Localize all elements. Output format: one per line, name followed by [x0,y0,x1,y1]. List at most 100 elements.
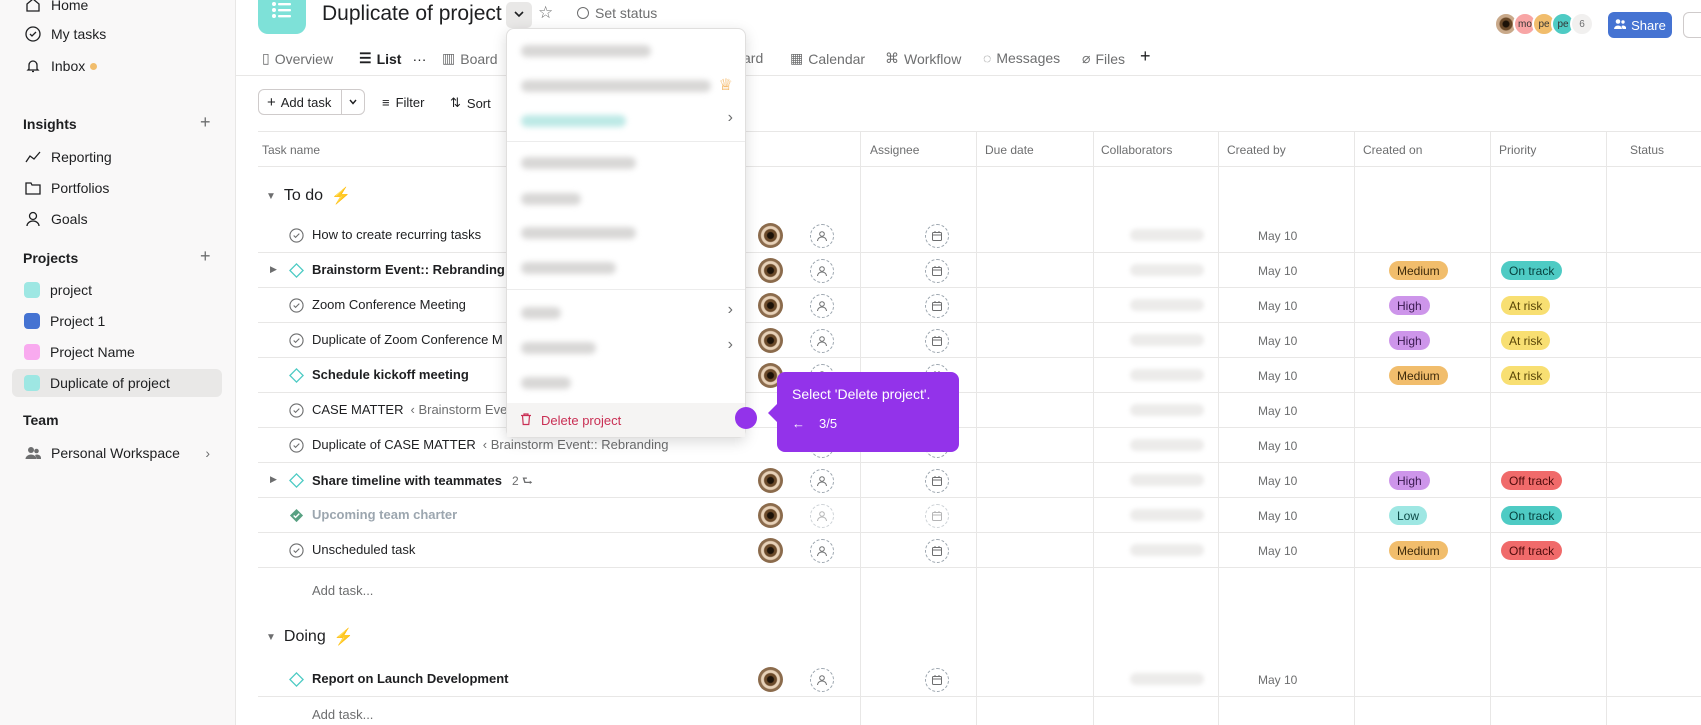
project-icon[interactable] [258,0,306,34]
column-header[interactable]: Collaborators [1101,143,1172,157]
menu-item-blurred[interactable] [521,45,651,57]
collaborator-avatar[interactable] [758,667,783,692]
priority-badge[interactable]: Low [1389,506,1428,525]
table-row[interactable]: Duplicate of Zoom Conference M May 10 High… [258,323,1701,358]
assignee-icon[interactable] [810,539,834,563]
priority-badge[interactable]: Medium [1389,541,1448,560]
complete-task-checkbox[interactable] [288,367,304,383]
sidebar-item-inbox[interactable]: Inbox [12,52,222,80]
table-row[interactable]: CASE MATTER ‹ Brainstorm Eve May 10 [258,393,1701,428]
complete-task-checkbox[interactable] [288,472,304,488]
add-task-dropdown[interactable] [342,97,364,107]
complete-task-checkbox[interactable] [288,542,304,558]
project-actions-dropdown[interactable] [506,2,532,28]
status-badge[interactable]: Off track [1501,471,1563,490]
menu-item-blurred[interactable] [521,157,636,169]
collaborator-avatar[interactable] [758,258,783,283]
status-badge[interactable]: At risk [1501,296,1551,315]
sidebar-item-personal-workspace[interactable]: Personal Workspace › [12,439,222,467]
add-task-inline[interactable]: Add task... [312,707,373,722]
priority-badge[interactable]: High [1389,471,1430,490]
menu-item-blurred[interactable] [521,115,626,127]
assignee-icon[interactable] [810,329,834,353]
table-row[interactable]: Schedule kickoff meeting May 10 Medium At r… [258,358,1701,393]
task-name[interactable]: Unscheduled task [312,542,415,557]
tour-hotspot[interactable] [735,407,757,429]
tab-messages[interactable]: ◌ Messages [983,50,1060,66]
due-date-icon[interactable] [925,224,949,248]
complete-task-checkbox[interactable] [288,671,304,687]
column-header[interactable]: Status [1630,143,1664,157]
menu-item-blurred[interactable] [521,262,616,274]
subtask-count[interactable]: 2 ⮑ [512,474,533,488]
column-header[interactable]: Assignee [870,143,919,157]
tab-list[interactable]: ☰ List ··· [359,50,426,67]
due-date-icon[interactable] [925,329,949,353]
add-tab-button[interactable]: + [1140,46,1151,67]
parent-task-link[interactable]: ‹ Brainstorm Eve [411,402,508,417]
sidebar-item-project-1[interactable]: Project 1 [12,307,222,335]
add-insight-button[interactable]: + [200,112,211,133]
arrow-left-icon[interactable]: ← [792,416,805,431]
collaborator-avatar[interactable] [758,328,783,353]
set-status-button[interactable]: Set status [577,5,657,21]
more-icon[interactable]: ··· [412,51,426,67]
column-header[interactable]: Due date [985,143,1034,157]
sidebar-item-duplicate-of-project[interactable]: Duplicate of project [12,369,222,397]
complete-task-checkbox[interactable] [288,297,304,313]
status-badge[interactable]: On track [1501,506,1563,525]
due-date-icon[interactable] [925,504,949,528]
status-badge[interactable]: At risk [1501,366,1551,385]
task-name[interactable]: Schedule kickoff meeting [312,367,469,382]
expand-triangle-icon[interactable]: ▶ [270,264,277,275]
table-row[interactable]: Upcoming team charter May 10 Low On track [258,498,1701,533]
sidebar-item-goals[interactable]: Goals [12,205,222,233]
due-date-icon[interactable] [925,259,949,283]
status-badge[interactable]: On track [1501,261,1563,280]
collaborator-avatar[interactable] [758,223,783,248]
collaborator-avatar[interactable] [758,503,783,528]
table-row[interactable]: How to create recurring tasks May 10 [258,218,1701,253]
collaborator-avatar[interactable] [758,293,783,318]
tab-dashboard[interactable]: ard [743,50,763,66]
collaborator-avatar[interactable] [758,468,783,493]
due-date-icon[interactable] [925,294,949,318]
complete-task-checkbox[interactable] [288,507,304,523]
expand-triangle-icon[interactable]: ▶ [270,474,277,485]
due-date-icon[interactable] [925,539,949,563]
column-header[interactable]: Priority [1499,143,1536,157]
sort-button[interactable]: ⇅ Sort [450,95,491,111]
priority-badge[interactable]: High [1389,331,1430,350]
complete-task-checkbox[interactable] [288,437,304,453]
table-row[interactable]: Duplicate of CASE MATTER ‹ Brainstorm Eve… [258,428,1701,463]
due-date-icon[interactable] [925,668,949,692]
priority-badge[interactable]: High [1389,296,1430,315]
share-button[interactable]: Share [1608,12,1672,38]
tab-files[interactable]: ⌀ Files [1082,50,1125,67]
menu-item-blurred[interactable] [521,193,581,205]
assignee-icon[interactable] [810,668,834,692]
task-name[interactable]: Brainstorm Event:: Rebranding [312,262,505,277]
assignee-icon[interactable] [810,224,834,248]
table-row[interactable]: ▶ Brainstorm Event:: Rebranding May 10 Medi… [258,253,1701,288]
menu-item-blurred[interactable] [521,227,636,239]
task-name[interactable]: Zoom Conference Meeting [312,297,466,312]
assignee-icon[interactable] [810,469,834,493]
tab-workflow[interactable]: ⌘ Workflow [885,50,961,67]
tab-overview[interactable]: ▯ Overview [262,50,333,67]
assignee-icon[interactable] [810,294,834,318]
parent-task-link[interactable]: ‹ Brainstorm Event:: Rebranding [483,437,669,452]
sidebar-item-home[interactable]: Home [12,0,222,19]
complete-task-checkbox[interactable] [288,332,304,348]
complete-task-checkbox[interactable] [288,402,304,418]
section-header-todo[interactable]: ▼ To do ⚡ [266,186,351,206]
menu-item-blurred[interactable] [521,307,561,319]
tab-board[interactable]: ▥ Board [442,50,498,67]
status-badge[interactable]: At risk [1501,331,1551,350]
complete-task-checkbox[interactable] [288,227,304,243]
column-header[interactable]: Task name [262,143,320,157]
assignee-icon[interactable] [810,259,834,283]
collaborator-avatar[interactable] [758,538,783,563]
sidebar-item-project-name[interactable]: Project Name [12,338,222,366]
task-name[interactable]: How to create recurring tasks [312,227,481,242]
